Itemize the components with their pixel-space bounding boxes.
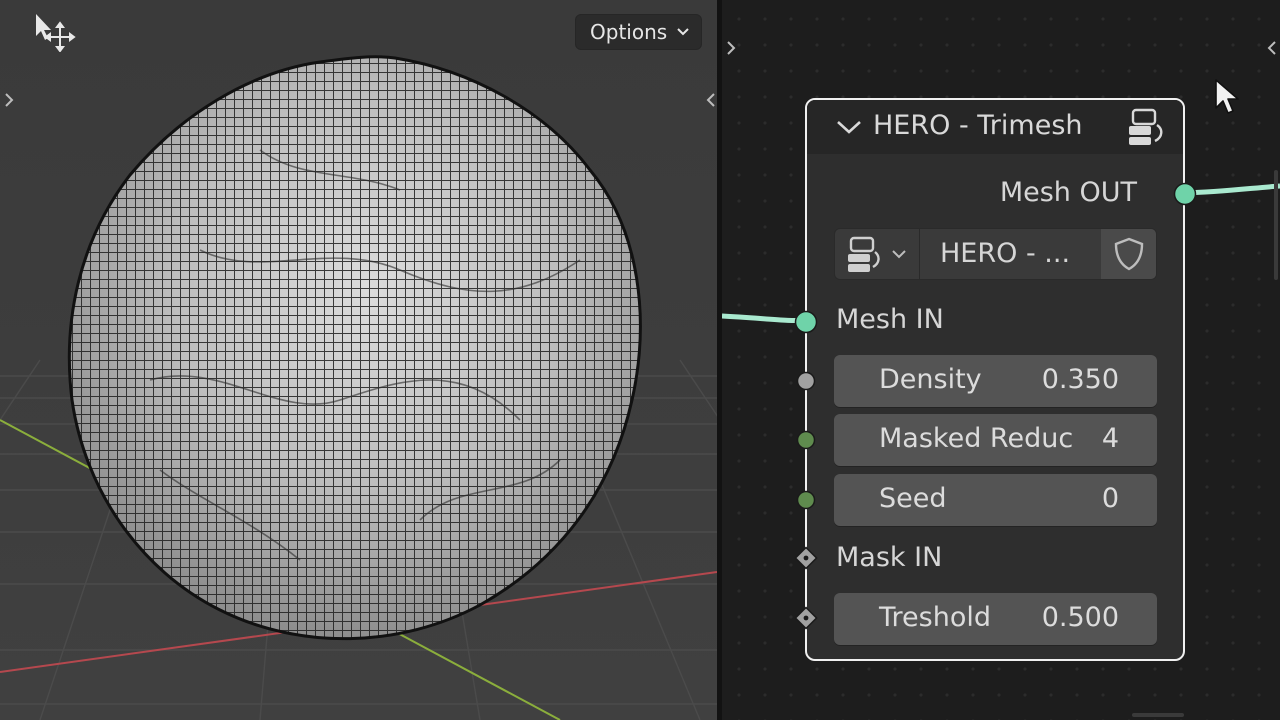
move-select-icon[interactable] (30, 12, 78, 52)
mesh-out-label: Mesh OUT (999, 177, 1137, 208)
node-group-icon (848, 236, 906, 272)
density-label: Density (879, 364, 982, 395)
wireframe-sphere[interactable] (0, 0, 717, 720)
density-socket[interactable] (796, 371, 816, 391)
mouse-cursor-icon (1215, 79, 1239, 114)
mesh-in-socket[interactable] (794, 310, 818, 334)
expand-toolbar-icon[interactable] (2, 89, 16, 111)
node-editor[interactable]: HERO - Trimesh Mesh OUT HERO - ... Mesh … (722, 0, 1280, 720)
masked-reduc-label: Masked Reduc (879, 423, 1074, 454)
treshold-value: 0.500 (1041, 602, 1119, 633)
mesh-in-label: Mesh IN (836, 304, 944, 335)
fake-user-button[interactable] (1101, 229, 1156, 279)
node-title: HERO - Trimesh (873, 110, 1083, 141)
h-scrollbar (1132, 713, 1184, 717)
mask-in-label: Mask IN (836, 542, 943, 573)
expand-sidebar-icon[interactable] (704, 89, 717, 111)
masked-reduc-value: 4 (1101, 423, 1119, 454)
hero-trimesh-node[interactable]: HERO - Trimesh Mesh OUT HERO - ... Mesh … (794, 98, 1197, 661)
node-group-name: HERO - ... (940, 238, 1071, 269)
node-group-selector[interactable]: HERO - ... (834, 228, 1157, 280)
treshold-field[interactable]: Treshold 0.500 (834, 593, 1157, 645)
masked-reduc-field[interactable]: Masked Reduc 4 (834, 414, 1157, 466)
mask-in-socket[interactable] (794, 546, 818, 570)
options-dropdown[interactable]: Options (575, 14, 702, 50)
collapse-chevron-icon[interactable] (835, 116, 863, 138)
treshold-socket[interactable] (794, 606, 818, 630)
density-value: 0.350 (1041, 364, 1119, 395)
masked-reduc-socket[interactable] (796, 430, 816, 450)
mesh-out-link (1183, 183, 1280, 196)
density-field[interactable]: Density 0.350 (834, 355, 1157, 407)
seed-value: 0 (1101, 483, 1119, 514)
seed-label: Seed (879, 483, 947, 514)
treshold-label: Treshold (879, 602, 991, 633)
node-group-browse-button[interactable] (835, 229, 920, 279)
seed-field[interactable]: Seed 0 (834, 474, 1157, 526)
scrollbar (1274, 170, 1278, 280)
node-group-icon[interactable] (1125, 107, 1167, 147)
3d-viewport[interactable]: Options (0, 0, 717, 720)
mesh-out-socket[interactable] (1173, 182, 1197, 206)
node-header[interactable]: HERO - Trimesh (807, 100, 1183, 154)
chevron-down-icon (677, 28, 689, 36)
options-label: Options (590, 20, 668, 44)
seed-socket[interactable] (796, 490, 816, 510)
shield-icon (1114, 237, 1144, 271)
mesh-in-link (722, 313, 806, 324)
